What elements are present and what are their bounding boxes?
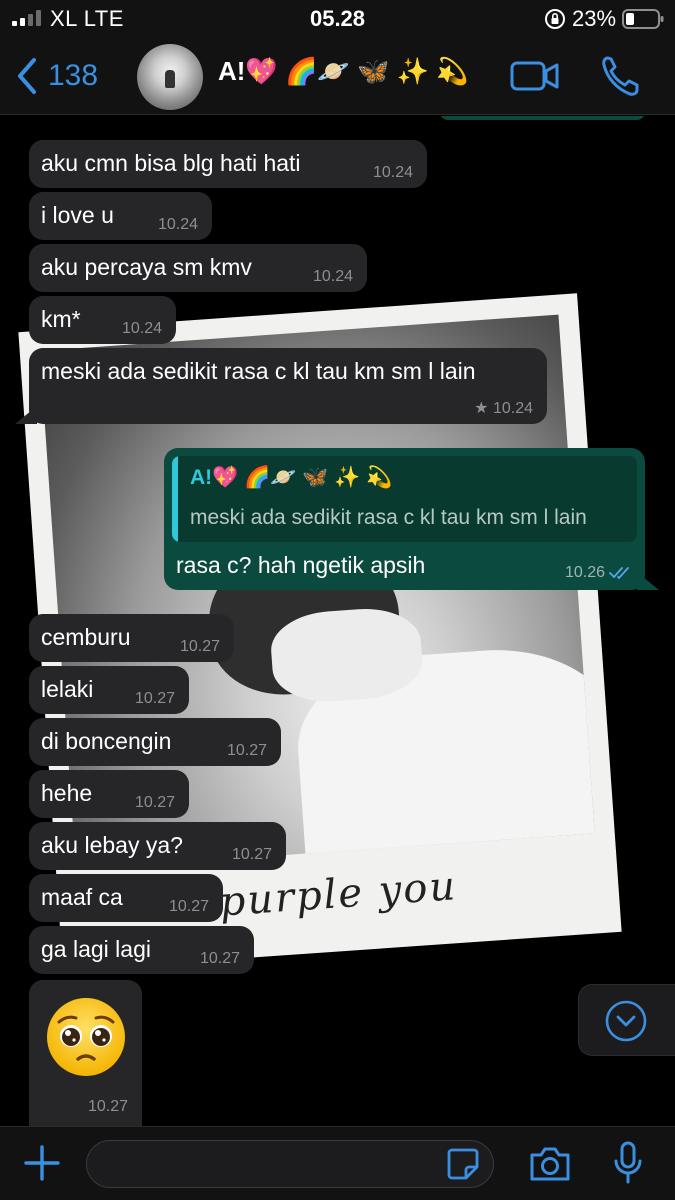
phone-icon[interactable]: [600, 54, 640, 98]
message-text: i love u: [41, 201, 114, 228]
message-time: ★ 10.24: [474, 400, 533, 417]
message-bubble[interactable]: i love u 10.24: [29, 192, 212, 240]
contact-name[interactable]: A!💖 🌈🪐 🦋 ✨ 💫: [218, 56, 469, 87]
message-text: aku percaya sm kmv: [41, 253, 252, 280]
message-bubble[interactable]: ga lagi lagi 10.27: [29, 926, 254, 974]
message-time: 10.27: [134, 794, 175, 811]
message-time: 10.27: [134, 690, 175, 707]
message-time: 10.27: [87, 1098, 128, 1115]
message-bubble[interactable]: km* 10.24: [29, 296, 176, 344]
message-time: 10.24: [157, 216, 198, 233]
read-receipt-icon: [609, 567, 629, 580]
message-bubble[interactable]: di boncengin 10.27: [29, 718, 281, 766]
message-bubble[interactable]: aku lebay ya? 10.27: [29, 822, 286, 870]
message-text: ga lagi lagi: [41, 935, 151, 962]
message-bubble[interactable]: aku cmn bisa blg hati hati 10.24: [29, 140, 427, 188]
chevron-left-icon: [18, 58, 36, 94]
previous-message-edge: [440, 116, 645, 120]
message-text: hehe: [41, 779, 93, 806]
battery-percent: 23%: [572, 6, 617, 31]
message-bubble[interactable]: lelaki 10.27: [29, 666, 189, 714]
video-call-icon[interactable]: [510, 58, 560, 94]
message-input[interactable]: [86, 1140, 494, 1188]
outgoing-message-bubble[interactable]: A!💖 🌈🪐 🦋 ✨ 💫 meski ada sedikit rasa c kl…: [164, 448, 645, 590]
message-time: 10.27: [168, 898, 209, 915]
back-button[interactable]: 138: [14, 54, 98, 98]
message-text: aku cmn bisa blg hati hati: [41, 149, 301, 176]
message-text: rasa c? hah ngetik apsih: [176, 552, 426, 578]
message-time: 10.27: [231, 846, 272, 863]
message-time: 10.27: [226, 742, 267, 759]
message-text: aku lebay ya?: [41, 831, 183, 858]
back-count: 138: [48, 59, 99, 92]
message-time: 10.24: [372, 164, 413, 181]
pleading-face-icon: [47, 998, 125, 1076]
microphone-icon[interactable]: [612, 1141, 644, 1185]
chevron-down-icon: [605, 1000, 647, 1042]
message-text: cemburu: [41, 623, 131, 650]
plus-icon[interactable]: [22, 1143, 62, 1183]
quoted-text: meski ada sedikit rasa c kl tau km sm l …: [190, 506, 587, 529]
message-bubble[interactable]: cemburu 10.27: [29, 614, 234, 662]
message-list[interactable]: purple you aku cmn bisa blg hati hati 10…: [0, 116, 675, 1126]
message-bubble[interactable]: aku percaya sm kmv 10.24: [29, 244, 367, 292]
message-bubble[interactable]: hehe 10.27: [29, 770, 189, 818]
message-time: 10.26: [564, 564, 605, 581]
quote-accent-bar: [172, 456, 178, 542]
message-time: 10.24: [312, 268, 353, 285]
avatar[interactable]: [137, 44, 203, 110]
rotation-lock-icon: [545, 9, 565, 29]
message-time: 10.27: [199, 950, 240, 967]
message-bubble[interactable]: meski ada sedikit rasa c kl tau km sm l …: [29, 348, 547, 424]
message-bubble[interactable]: maaf ca 10.27: [29, 874, 223, 922]
quoted-message[interactable]: A!💖 🌈🪐 🦋 ✨ 💫 meski ada sedikit rasa c kl…: [172, 456, 637, 542]
sticker-icon[interactable]: [446, 1147, 480, 1181]
message-text: maaf ca: [41, 883, 123, 910]
message-time: 10.27: [179, 638, 220, 655]
message-meta: 10.26: [565, 564, 633, 582]
message-text: meski ada sedikit rasa c kl tau km sm l …: [41, 358, 476, 384]
message-composer: [0, 1126, 675, 1200]
chat-header: 138 A!💖 🌈🪐 🦋 ✨ 💫: [0, 40, 675, 115]
scroll-to-bottom-button[interactable]: [578, 984, 675, 1056]
emoji-message-bubble[interactable]: 10.27: [29, 980, 142, 1126]
battery-icon: [622, 9, 664, 29]
message-time: 10.24: [121, 320, 162, 337]
message-text: lelaki: [41, 675, 94, 702]
message-text: km*: [41, 305, 81, 332]
camera-icon[interactable]: [528, 1145, 572, 1183]
quoted-sender: A!💖 🌈🪐 🦋 ✨ 💫: [190, 466, 393, 489]
status-bar: XL LTE 05.28 23%: [0, 0, 675, 40]
message-text: di boncengin: [41, 727, 172, 754]
